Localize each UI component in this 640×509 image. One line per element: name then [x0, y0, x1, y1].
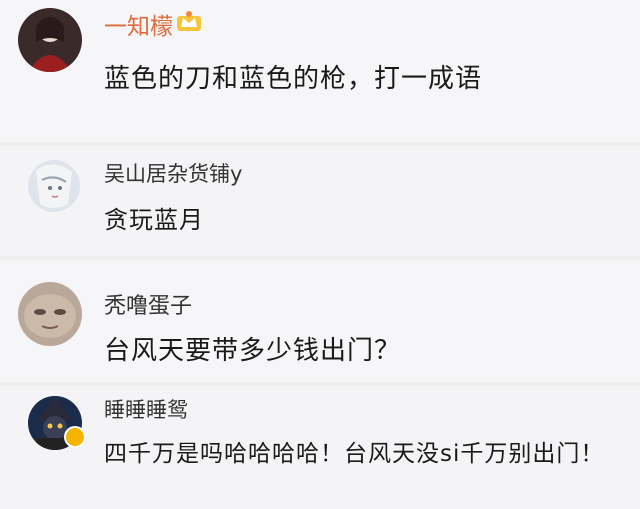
- comment-text: 贪玩蓝月: [104, 206, 204, 234]
- avatar[interactable]: [18, 282, 82, 346]
- comment-feed: 一知檬 蓝色的刀和蓝色的枪，打一成语 吴山居杂货铺y 贪玩蓝月 秃噜蛋子 台风天…: [0, 0, 640, 509]
- username[interactable]: 秃噜蛋子: [104, 288, 192, 320]
- comment-item: 秃噜蛋子 台风天要带多少钱出门？: [0, 260, 640, 382]
- comment-item: 睡睡睡鸳 四千万是吗哈哈哈哈！台风天没si千万别出门！: [0, 386, 640, 509]
- username[interactable]: 睡睡睡鸳: [104, 394, 188, 424]
- verified-badge-icon: [64, 426, 86, 448]
- comment-text: 台风天要带多少钱出门？: [104, 336, 402, 366]
- comment-text: 蓝色的刀和蓝色的枪，打一成语: [104, 64, 483, 94]
- avatar[interactable]: [18, 8, 82, 72]
- username[interactable]: 吴山居杂货铺y: [104, 158, 242, 188]
- comment-item: 吴山居杂货铺y 贪玩蓝月: [0, 146, 640, 256]
- comment-item: 一知檬 蓝色的刀和蓝色的枪，打一成语: [0, 0, 640, 142]
- avatar[interactable]: [28, 160, 80, 212]
- username[interactable]: 一知檬: [104, 7, 173, 41]
- comment-text: 四千万是吗哈哈哈哈！台风天没si千万别出门！: [104, 441, 605, 467]
- crown-icon: [177, 11, 201, 31]
